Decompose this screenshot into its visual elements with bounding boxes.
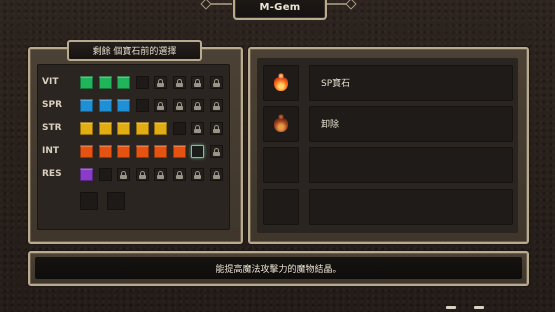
lock-icon: [157, 78, 164, 87]
gem-slot-locked[interactable]: [154, 76, 167, 89]
gem-slot-locked[interactable]: [209, 145, 223, 158]
list-item-label: 卸除: [321, 120, 340, 130]
gem-slot-filled[interactable]: [80, 76, 93, 89]
gem-slot-locked[interactable]: [191, 168, 204, 181]
lock-icon: [194, 124, 201, 133]
gem-slot-filled[interactable]: [117, 122, 130, 135]
lock-icon: [212, 101, 220, 110]
gem-slot-filled[interactable]: [172, 145, 186, 158]
lock-icon: [157, 170, 164, 179]
page-indicator: [474, 306, 484, 309]
gem-slot-filled[interactable]: [154, 145, 167, 158]
gem-slot-locked[interactable]: [117, 168, 130, 181]
lock-icon: [194, 101, 201, 110]
title-ornament-right: [325, 3, 349, 5]
gem-slot-filled[interactable]: [117, 76, 130, 89]
gem-slot-filled[interactable]: [98, 145, 112, 158]
page-indicator: [446, 306, 456, 309]
gem-slot-empty[interactable]: [98, 168, 112, 181]
stat-label-spr: SPR: [42, 100, 63, 110]
gem-slot-locked[interactable]: [172, 99, 186, 112]
gem-slot-filled[interactable]: [117, 145, 130, 158]
item-icon-slot[interactable]: [263, 147, 299, 183]
gem-slot-filled[interactable]: [80, 122, 93, 135]
stat-label-str: STR: [42, 123, 62, 133]
gem-slot-filled[interactable]: [80, 145, 93, 158]
gem-slot-empty[interactable]: [172, 122, 186, 135]
lock-icon: [212, 78, 220, 87]
sp-gem-icon: [274, 73, 288, 91]
list-item-label: SP寶石: [321, 79, 351, 89]
gem-slot-filled[interactable]: [135, 122, 149, 135]
extra-slot[interactable]: [80, 192, 98, 210]
gem-slot-locked[interactable]: [172, 168, 186, 181]
lock-icon: [194, 170, 201, 179]
stat-label-vit: VIT: [42, 77, 59, 87]
gem-slot-locked[interactable]: [209, 168, 223, 181]
lock-icon: [120, 170, 127, 179]
item-icon-slot[interactable]: [263, 189, 299, 225]
gem-slot-locked[interactable]: [172, 76, 186, 89]
lock-icon: [175, 101, 183, 110]
lock-icon: [212, 147, 220, 156]
gem-slot-locked[interactable]: [209, 122, 223, 135]
window-title: M-Gem: [233, 0, 327, 20]
gem-slot-locked[interactable]: [209, 76, 223, 89]
gem-slot-locked[interactable]: [135, 168, 149, 181]
gem-slot-filled[interactable]: [135, 145, 149, 158]
lock-icon: [175, 170, 183, 179]
lock-icon: [212, 124, 220, 133]
stat-label-res: RES: [42, 169, 62, 179]
gem-slot-locked[interactable]: [154, 168, 167, 181]
gem-slot-empty[interactable]: [135, 76, 149, 89]
extra-slot[interactable]: [107, 192, 125, 210]
gem-slot-filled[interactable]: [80, 99, 93, 112]
item-icon-slot[interactable]: [263, 65, 299, 101]
gem-slot-filled[interactable]: [98, 122, 112, 135]
gem-slot-locked[interactable]: [154, 99, 167, 112]
gem-slot-filled[interactable]: [117, 99, 130, 112]
gem-slot-locked[interactable]: [191, 76, 204, 89]
gem-slot-filled[interactable]: [154, 122, 167, 135]
lock-icon: [194, 78, 201, 87]
list-item[interactable]: [309, 147, 513, 183]
lock-icon: [138, 170, 146, 179]
gem-slot-selected[interactable]: [191, 145, 204, 158]
lock-icon: [157, 101, 164, 110]
gem-slot-empty[interactable]: [135, 99, 149, 112]
list-item[interactable]: SP寶石: [309, 65, 513, 101]
list-item[interactable]: [309, 189, 513, 225]
list-item[interactable]: 卸除: [309, 106, 513, 142]
title-ornament-left: [208, 3, 232, 5]
lock-icon: [212, 170, 220, 179]
lock-icon: [175, 78, 183, 87]
item-icon-slot[interactable]: [263, 106, 299, 142]
stat-label-int: INT: [42, 146, 60, 156]
gem-slot-filled[interactable]: [80, 168, 93, 181]
gem-slot-locked[interactable]: [209, 99, 223, 112]
gem-panel-header: 剩餘 個寶石前的選擇: [67, 40, 202, 61]
gem-slot-locked[interactable]: [191, 99, 204, 112]
remove-gem-icon: [274, 114, 288, 132]
gem-slot-locked[interactable]: [191, 122, 204, 135]
item-description: 能提高魔法攻擊力的魔物結晶。: [35, 257, 522, 279]
gem-slot-filled[interactable]: [98, 99, 112, 112]
gem-slot-filled[interactable]: [98, 76, 112, 89]
